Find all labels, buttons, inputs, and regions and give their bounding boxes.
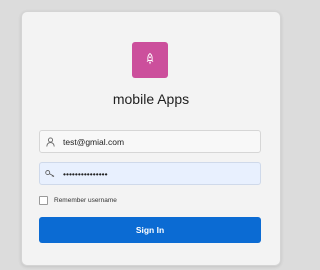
login-card: mobile Apps Remember username Sign In	[21, 11, 281, 266]
username-field[interactable]	[39, 130, 261, 153]
remember-checkbox[interactable]	[39, 196, 48, 205]
sign-in-button[interactable]: Sign In	[39, 217, 261, 243]
rocket-icon	[146, 52, 154, 65]
app-logo	[132, 42, 168, 78]
password-field[interactable]	[39, 162, 261, 185]
remember-username[interactable]: Remember username	[39, 196, 117, 205]
username-input[interactable]	[63, 136, 253, 147]
remember-label: Remember username	[54, 197, 117, 204]
key-icon	[45, 169, 55, 179]
user-icon	[45, 136, 55, 147]
password-input[interactable]	[63, 168, 253, 179]
app-title: mobile Apps	[112, 91, 190, 107]
